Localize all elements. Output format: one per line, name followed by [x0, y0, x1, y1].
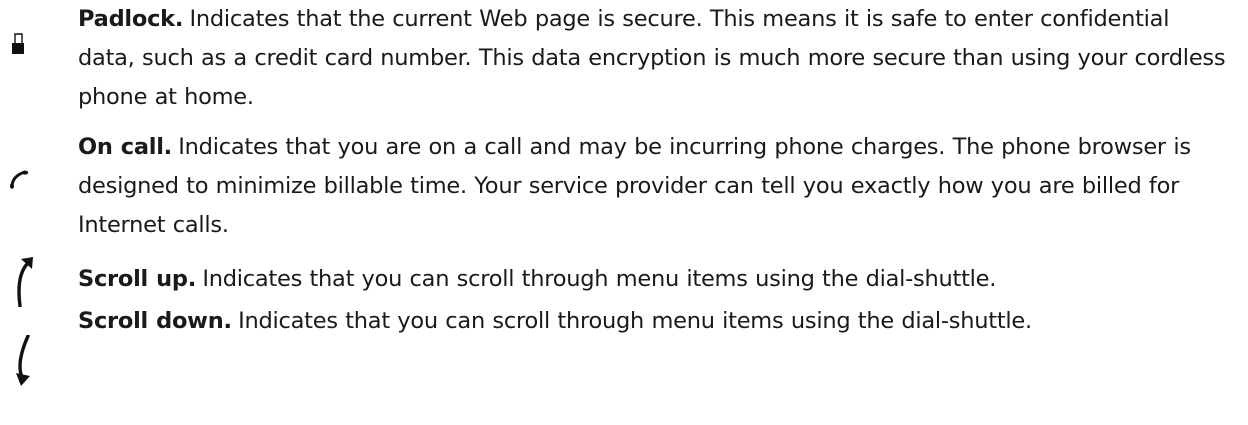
entry-on-call: On call. Indicates that you are on a call… — [78, 128, 1228, 245]
entry-paragraph: Scroll down. Indicates that you can scrol… — [78, 302, 1228, 341]
entry-paragraph: Padlock. Indicates that the current Web p… — [78, 0, 1228, 117]
entry-term: Scroll up. — [78, 266, 197, 292]
entry-description: Indicates that you can scroll through me… — [202, 266, 997, 292]
scroll-up-arrow-icon — [17, 257, 33, 307]
entry-scroll-down: Scroll down. Indicates that you can scrol… — [78, 302, 1228, 341]
entry-paragraph: Scroll up. Indicates that you can scroll … — [78, 260, 1228, 299]
entry-description: Indicates that you are on a call and may… — [78, 134, 1191, 238]
scroll-down-arrow-icon — [16, 335, 30, 386]
entry-description: Indicates that the current Web page is s… — [78, 6, 1226, 110]
entry-term: Scroll down. — [78, 308, 232, 334]
entry-scroll-up: Scroll up. Indicates that you can scroll … — [78, 260, 1228, 299]
entry-paragraph: On call. Indicates that you are on a call… — [78, 128, 1228, 245]
phone-handset-icon — [10, 170, 29, 189]
entry-padlock: Padlock. Indicates that the current Web p… — [78, 0, 1228, 117]
entry-description: Indicates that you can scroll through me… — [238, 308, 1032, 334]
entry-term: On call. — [78, 134, 172, 160]
padlock-icon — [12, 33, 24, 54]
entry-term: Padlock. — [78, 6, 184, 32]
